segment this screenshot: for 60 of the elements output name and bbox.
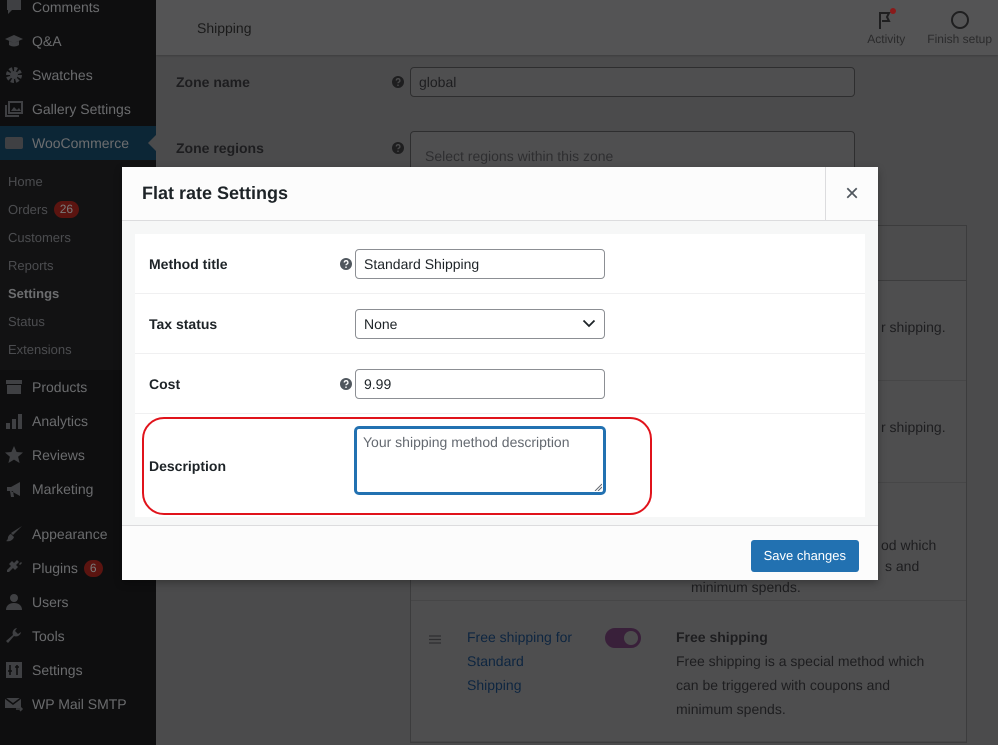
method-title-link[interactable]: Free shipping for Standard Shipping: [467, 625, 575, 721]
page-title: Shipping: [197, 20, 252, 36]
sidebar-item[interactable]: Swatches: [0, 58, 156, 92]
bar-chart-icon: [4, 411, 24, 431]
sidebar-item-label: Users: [32, 594, 69, 610]
sidebar-item-label: Analytics: [32, 413, 88, 429]
sidebar-item-label: Plugins: [32, 560, 78, 576]
save-changes-button[interactable]: Save changes: [750, 540, 859, 572]
drag-handle-icon[interactable]: [429, 635, 441, 644]
sidebar-item[interactable]: Q&A: [0, 24, 156, 58]
close-button[interactable]: ×: [825, 167, 878, 220]
sidebar-item[interactable]: Plugins 6: [0, 551, 156, 585]
text-field[interactable]: 9.99: [355, 368, 605, 398]
sidebar-item-label: Gallery Settings: [32, 101, 131, 117]
sliders-icon: [4, 660, 24, 680]
sidebar-item-label: Appearance: [32, 526, 108, 542]
sidebar-item-label: WooCommerce: [32, 135, 129, 151]
sidebar-item[interactable]: WP Mail SMTP: [0, 687, 156, 721]
circle-icon: [950, 10, 970, 30]
description-textarea[interactable]: Your shipping method description: [355, 427, 605, 494]
modal-title: Flat rate Settings: [141, 183, 290, 204]
sidebar-item[interactable]: WooCommerce: [0, 126, 156, 160]
brush-icon: [4, 524, 24, 544]
sidebar-item[interactable]: Tools: [0, 619, 156, 653]
sidebar-item[interactable]: Comments: [0, 0, 156, 24]
gear-icon: [4, 65, 24, 85]
sidebar-item[interactable]: Settings: [0, 653, 156, 687]
sidebar-item-label: Tools: [32, 628, 65, 644]
submenu-item-label: Extensions: [8, 342, 72, 356]
sidebar-item-label: Q&A: [32, 33, 62, 49]
enable-toggle[interactable]: [605, 628, 641, 648]
sidebar-item-label: Swatches: [32, 67, 93, 83]
count-badge: 6: [84, 560, 103, 576]
sidebar-item[interactable]: Gallery Settings: [0, 92, 156, 126]
field-label: Tax status: [148, 316, 218, 332]
field-label: Method title: [148, 256, 229, 272]
sidebar-item-label: Marketing: [32, 481, 94, 497]
sidebar-item-label: Reviews: [32, 447, 85, 463]
sidebar-item-label: WP Mail SMTP: [32, 696, 127, 712]
comment-icon: [4, 0, 24, 17]
submenu-item-label: Orders: [8, 202, 48, 216]
submenu-item-label: Settings: [8, 286, 60, 300]
resize-grip-icon: [594, 483, 602, 491]
sidebar-item[interactable]: Users: [0, 585, 156, 619]
chevron-down-icon: [582, 319, 596, 328]
field-label: Description: [148, 458, 228, 474]
text-field[interactable]: Standard Shipping: [355, 248, 605, 278]
sidebar-item-label: Comments: [32, 0, 100, 15]
field-label: Cost: [148, 376, 182, 392]
archive-icon: [4, 377, 24, 397]
user-icon: [4, 592, 24, 612]
count-badge: 26: [54, 200, 80, 218]
star-icon: [4, 445, 24, 465]
select-dropdown[interactable]: None: [355, 308, 605, 338]
sidebar-item[interactable]: Analytics: [0, 404, 156, 438]
sidebar-item[interactable]: Appearance: [0, 517, 156, 551]
images-icon: [4, 99, 24, 119]
sidebar-item-label: Products: [32, 379, 88, 395]
submenu-item-label: Customers: [8, 230, 71, 244]
sidebar-item-label: Settings: [32, 662, 83, 678]
